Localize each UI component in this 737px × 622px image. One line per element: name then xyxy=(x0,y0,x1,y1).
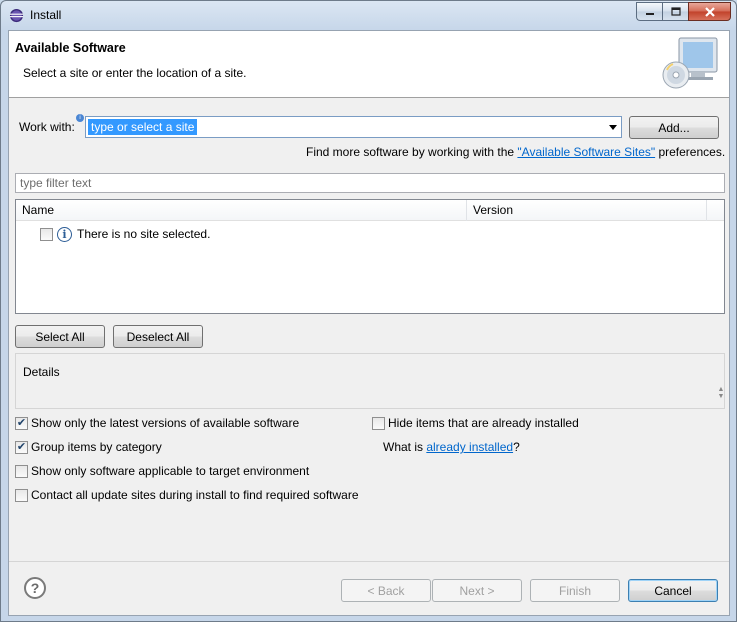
cancel-button-label: Cancel xyxy=(654,583,692,598)
latest-versions-option[interactable]: ✔ Show only the latest versions of avail… xyxy=(15,415,299,431)
work-with-label: Work with: xyxy=(19,120,75,134)
select-all-label: Select All xyxy=(35,329,85,344)
back-button-label: < Back xyxy=(367,583,405,598)
group-by-category-label: Group items by category xyxy=(31,440,162,454)
row-label: There is no site selected. xyxy=(77,227,211,241)
maximize-button[interactable] xyxy=(662,2,688,21)
maximize-icon xyxy=(670,7,681,16)
close-icon xyxy=(704,6,715,17)
hide-installed-option[interactable]: Hide items that are already installed xyxy=(372,415,579,431)
target-env-label: Show only software applicable to target … xyxy=(31,464,310,478)
finish-button[interactable]: Finish xyxy=(530,579,620,602)
contact-sites-option[interactable]: Contact all update sites during install … xyxy=(15,487,359,503)
find-more-text: Find more software by working with the "… xyxy=(306,145,725,159)
wizard-header: Available Software Select a site or ente… xyxy=(9,31,729,98)
details-panel xyxy=(15,353,725,409)
contact-sites-label: Contact all update sites during install … xyxy=(31,488,359,502)
title-bar[interactable]: Install xyxy=(1,1,736,29)
what-is-installed-text: What is already installed? xyxy=(383,440,520,454)
back-button[interactable]: < Back xyxy=(341,579,431,602)
work-with-input[interactable]: type or select a site xyxy=(88,119,198,135)
hide-installed-checkbox[interactable] xyxy=(372,416,385,430)
close-button[interactable] xyxy=(688,2,731,21)
select-all-button[interactable]: Select All xyxy=(15,325,105,348)
latest-versions-checkbox[interactable]: ✔ xyxy=(15,416,28,430)
install-dialog: Install Available Software Select a site… xyxy=(0,0,737,622)
deselect-all-button[interactable]: Deselect All xyxy=(113,325,203,348)
next-button[interactable]: Next > xyxy=(432,579,522,602)
page-title: Available Software xyxy=(15,41,126,55)
row-checkbox[interactable] xyxy=(40,227,53,241)
available-software-sites-link[interactable]: "Available Software Sites" xyxy=(517,145,655,159)
find-more-prefix: Find more software by working with the xyxy=(306,145,518,159)
column-header-name[interactable]: Name xyxy=(16,200,467,221)
column-header-version[interactable]: Version xyxy=(467,200,707,221)
install-banner-icon xyxy=(662,37,718,89)
finish-button-label: Finish xyxy=(558,583,591,598)
work-with-info-icon[interactable]: i xyxy=(76,114,84,122)
next-button-label: Next > xyxy=(459,583,495,598)
minimize-icon xyxy=(645,12,654,15)
group-by-category-option[interactable]: ✔ Group items by category xyxy=(15,439,162,455)
minimize-button[interactable] xyxy=(636,2,662,21)
target-env-checkbox[interactable] xyxy=(15,464,28,478)
add-site-button[interactable]: Add... xyxy=(629,116,719,139)
deselect-all-label: Deselect All xyxy=(126,329,190,344)
group-by-category-checkbox[interactable]: ✔ xyxy=(15,440,28,454)
hide-installed-label: Hide items that are already installed xyxy=(388,416,579,430)
target-env-option[interactable]: Show only software applicable to target … xyxy=(15,463,309,479)
filter-input[interactable]: type filter text xyxy=(15,173,725,193)
details-scrollbar[interactable]: ▲ ▼ xyxy=(717,386,725,402)
add-site-button-label: Add... xyxy=(658,120,690,135)
tree-header: Name Version xyxy=(16,200,724,221)
find-more-suffix: preferences. xyxy=(655,145,726,159)
already-installed-link[interactable]: already installed xyxy=(426,440,513,454)
dialog-client-area: Available Software Select a site or ente… xyxy=(8,30,730,616)
help-icon[interactable]: ? xyxy=(24,577,46,599)
eclipse-icon xyxy=(9,8,24,23)
footer-divider xyxy=(9,561,729,562)
what-is-prefix: What is xyxy=(383,440,427,454)
window-controls xyxy=(636,2,731,21)
chevron-down-icon[interactable] xyxy=(609,125,617,130)
latest-versions-label: Show only the latest versions of availab… xyxy=(31,416,300,430)
contact-sites-checkbox[interactable] xyxy=(15,488,28,502)
info-icon: i xyxy=(57,226,72,242)
details-label: Details xyxy=(23,365,60,379)
tree-row[interactable]: i There is no site selected. xyxy=(40,225,210,243)
software-tree[interactable]: Name Version i There is no site selected… xyxy=(15,199,725,314)
page-subtitle: Select a site or enter the location of a… xyxy=(23,66,247,80)
what-is-suffix: ? xyxy=(513,440,520,454)
work-with-combo[interactable]: type or select a site xyxy=(85,116,622,138)
window-title: Install xyxy=(30,8,62,22)
cancel-button[interactable]: Cancel xyxy=(628,579,718,602)
